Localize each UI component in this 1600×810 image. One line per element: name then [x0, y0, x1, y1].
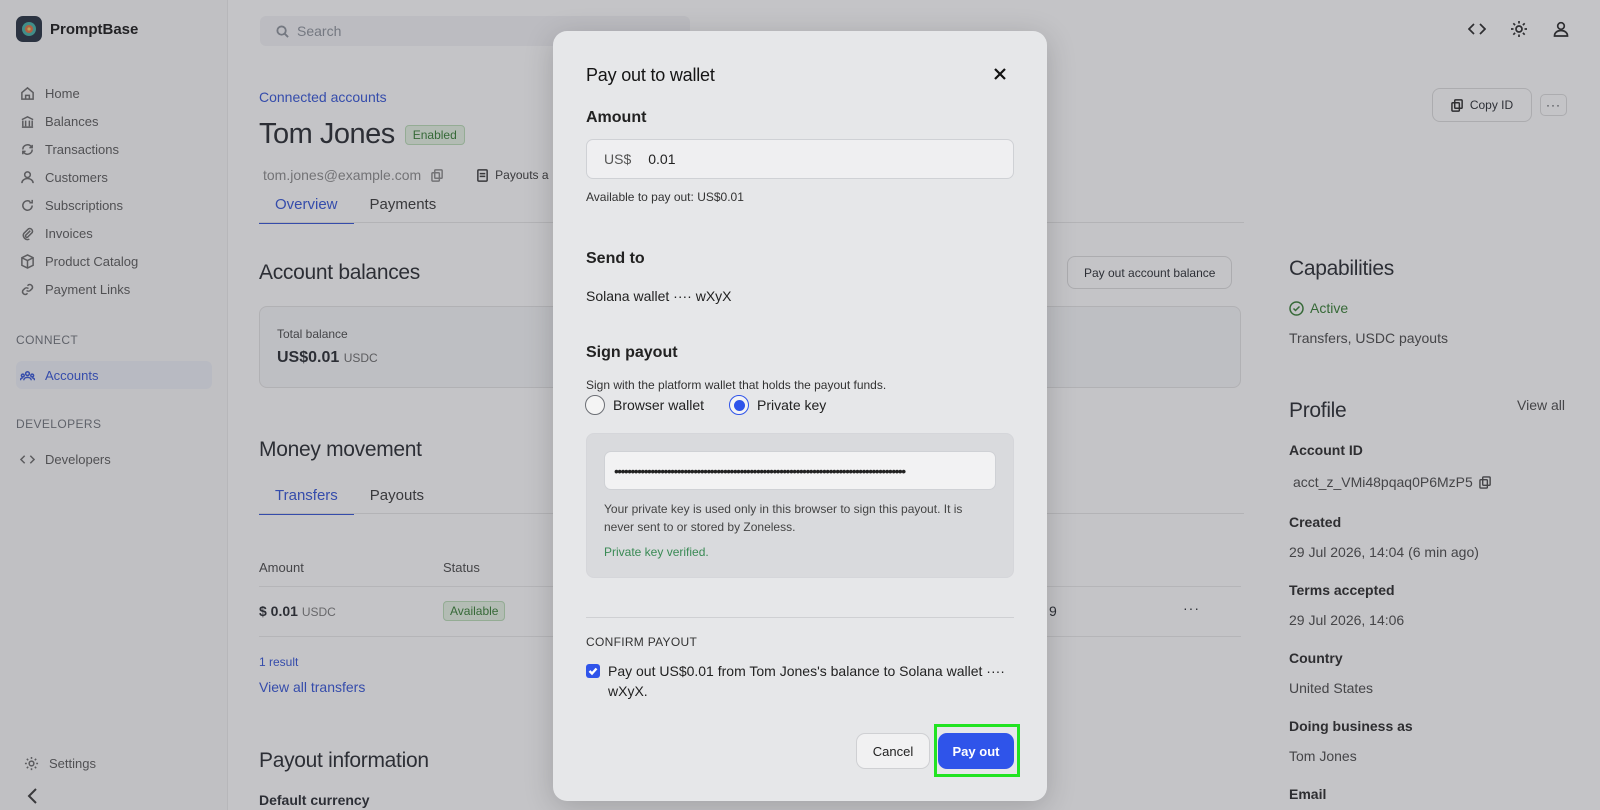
confirm-checkbox[interactable] [586, 664, 600, 678]
available-text: Available to pay out: US$0.01 [586, 190, 744, 204]
amount-value: 0.01 [648, 151, 676, 167]
currency-prefix: US$ [604, 151, 632, 167]
private-key-panel: ••••••••••••••••••••••••••••••••••••••••… [586, 433, 1014, 578]
sign-method-radios: Browser wallet Private key [585, 395, 826, 415]
confirm-divider [586, 617, 1014, 618]
confirm-row: Pay out US$0.01 from Tom Jones's balance… [586, 661, 1014, 701]
cancel-button[interactable]: Cancel [856, 733, 930, 769]
modal-title: Pay out to wallet [586, 65, 715, 85]
browser-wallet-label[interactable]: Browser wallet [613, 397, 704, 413]
pay-out-button[interactable]: Pay out [938, 733, 1014, 769]
private-key-input[interactable]: ••••••••••••••••••••••••••••••••••••••••… [604, 451, 996, 490]
sign-payout-help: Sign with the platform wallet that holds… [586, 378, 887, 392]
private-key-label[interactable]: Private key [757, 397, 826, 413]
confirm-text[interactable]: Pay out US$0.01 from Tom Jones's balance… [608, 661, 1014, 701]
amount-field[interactable]: US$ 0.01 [586, 139, 1014, 179]
pay-out-modal: Pay out to wallet Amount US$ 0.01 Availa… [553, 31, 1047, 801]
private-key-note: Your private key is used only in this br… [604, 502, 963, 534]
private-key-radio[interactable] [729, 395, 750, 415]
amount-label: Amount [586, 109, 647, 126]
confirm-heading: CONFIRM PAYOUT [586, 635, 698, 649]
browser-wallet-radio[interactable] [585, 395, 605, 415]
close-button[interactable] [993, 67, 1011, 85]
close-icon [994, 68, 1006, 80]
send-to-label: Send to [586, 250, 645, 267]
check-icon [588, 667, 598, 676]
private-key-verified: Private key verified. [604, 545, 709, 559]
send-to-value: Solana wallet ···· wXyX [586, 288, 732, 304]
sign-payout-label: Sign payout [586, 344, 678, 361]
